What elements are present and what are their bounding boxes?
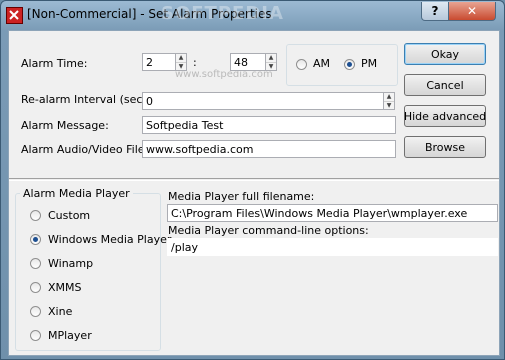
hour-up-arrow-icon[interactable]: ▲ bbox=[176, 54, 186, 63]
cancel-button[interactable]: Cancel bbox=[404, 74, 486, 96]
player-filename-label: Media Player full filename: bbox=[168, 190, 315, 203]
realarm-spinner[interactable]: ▲ ▼ bbox=[384, 92, 395, 110]
am-pm-group: AM PM bbox=[286, 44, 398, 86]
media-player-group: Alarm Media Player Custom Windows Media … bbox=[15, 187, 171, 351]
media-player-group-title: Alarm Media Player bbox=[20, 187, 133, 200]
close-button[interactable]: ✕ bbox=[448, 2, 496, 21]
hour-spinner[interactable]: ▲ ▼ bbox=[176, 53, 187, 71]
xine-radio[interactable] bbox=[30, 306, 41, 317]
pm-radio[interactable] bbox=[344, 59, 355, 70]
am-label[interactable]: AM bbox=[313, 57, 330, 70]
player-filename-input[interactable]: C:\Program Files\Windows Media Player\wm… bbox=[167, 204, 498, 222]
realarm-interval-input[interactable]: 0 bbox=[142, 92, 384, 110]
alarm-settings-panel: Alarm Time: 2 ▲ ▼ : 48 ▲ ▼ AM PM Re-alar… bbox=[9, 31, 499, 179]
dialog-client-area: www.softpedia.com Alarm Time: 2 ▲ ▼ : 48… bbox=[8, 30, 500, 356]
dialog-window: [Non-Commercial] - Set Alarm Properties … bbox=[0, 0, 505, 360]
alarm-time-label: Alarm Time: bbox=[21, 57, 88, 70]
realarm-down-arrow-icon[interactable]: ▼ bbox=[384, 102, 394, 110]
hour-down-arrow-icon[interactable]: ▼ bbox=[176, 63, 186, 71]
minute-spinner[interactable]: ▲ ▼ bbox=[266, 53, 277, 71]
alarm-audio-input[interactable]: www.softpedia.com bbox=[142, 140, 396, 158]
alarm-message-label: Alarm Message: bbox=[21, 119, 109, 132]
realarm-up-arrow-icon[interactable]: ▲ bbox=[384, 93, 394, 102]
okay-button[interactable]: Okay bbox=[404, 43, 486, 65]
hour-input[interactable]: 2 bbox=[142, 53, 176, 71]
player-option-label[interactable]: XMMS bbox=[48, 281, 82, 294]
player-option-label[interactable]: MPlayer bbox=[48, 329, 92, 342]
watermark: SOFTPEDIA bbox=[161, 3, 284, 24]
player-cmdline-label: Media Player command-line options: bbox=[168, 224, 369, 237]
player-option-label[interactable]: Custom bbox=[48, 209, 90, 222]
player-cmdline-input[interactable]: /play bbox=[167, 238, 498, 256]
windows-media-player-radio[interactable] bbox=[30, 234, 41, 245]
title-bar[interactable]: [Non-Commercial] - Set Alarm Properties … bbox=[1, 1, 504, 29]
player-option-label[interactable]: Winamp bbox=[48, 257, 93, 270]
winamp-radio[interactable] bbox=[30, 258, 41, 269]
xmms-radio[interactable] bbox=[30, 282, 41, 293]
realarm-interval-label: Re-alarm Interval (sec): bbox=[21, 93, 151, 106]
media-player-panel: Alarm Media Player Custom Windows Media … bbox=[9, 180, 499, 356]
hide-advanced-button[interactable]: Hide advanced bbox=[404, 105, 486, 127]
custom-radio[interactable] bbox=[30, 210, 41, 221]
browse-button[interactable]: Browse bbox=[404, 136, 486, 158]
time-separator: : bbox=[193, 56, 197, 69]
app-icon bbox=[6, 7, 23, 24]
help-button[interactable]: ? bbox=[421, 2, 449, 21]
player-option-label[interactable]: Xine bbox=[48, 305, 72, 318]
minute-up-arrow-icon[interactable]: ▲ bbox=[266, 54, 276, 63]
pm-label[interactable]: PM bbox=[361, 57, 377, 70]
alarm-audio-label: Alarm Audio/Video File: bbox=[21, 143, 149, 156]
minute-input[interactable]: 48 bbox=[230, 53, 266, 71]
alarm-message-input[interactable]: Softpedia Test bbox=[142, 116, 396, 134]
player-option-label[interactable]: Windows Media Player bbox=[48, 233, 171, 246]
minute-down-arrow-icon[interactable]: ▼ bbox=[266, 63, 276, 71]
mplayer-radio[interactable] bbox=[30, 330, 41, 341]
am-radio[interactable] bbox=[296, 59, 307, 70]
